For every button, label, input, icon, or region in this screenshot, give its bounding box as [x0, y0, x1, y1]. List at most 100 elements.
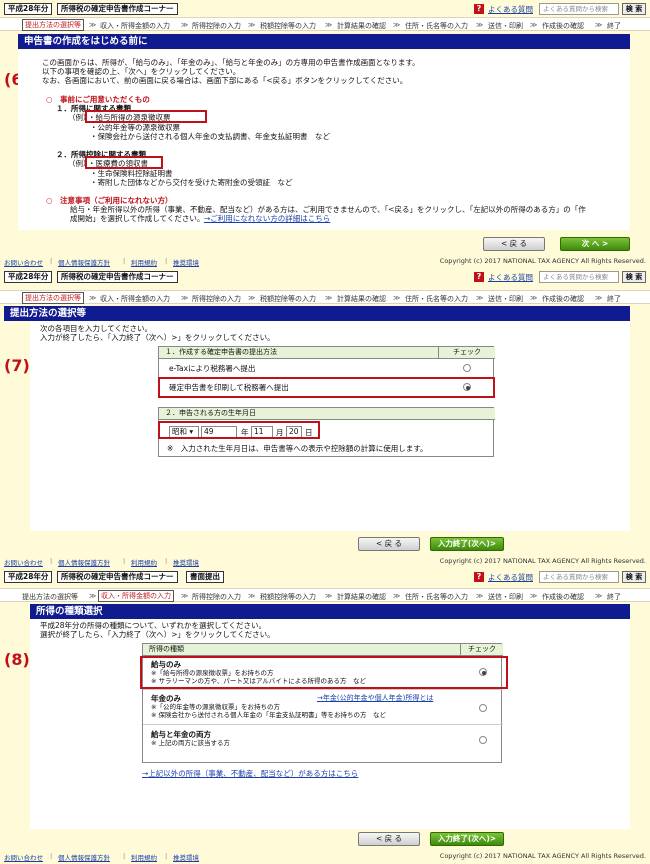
back-button[interactable]: < 戻 る: [358, 537, 420, 551]
radio-salary-and-pension[interactable]: [479, 736, 487, 744]
page-title: 申告書の作成をはじめる前に: [18, 34, 630, 49]
table-header: チェック: [439, 347, 495, 359]
faq-search-input[interactable]: よくある質問から検索: [539, 3, 619, 15]
corner-badge: 所得税の確定申告書作成コーナー: [57, 571, 178, 583]
table-header: １．作成する確定申告書の提出方法: [159, 347, 439, 359]
panel-step-6: 平成28年分 所得税の確定申告書作成コーナー ? よくある質問 よくある質問から…: [0, 0, 650, 268]
top-bar: 平成28年分 所得税の確定申告書作成コーナー 書面提出 ? よくある質問 よくあ…: [0, 568, 650, 585]
step-nav: 提出方法の選択等 ≫ 収入・所得金額の入力 ≫ 所得控除の入力 ≫ 税額控除等の…: [0, 17, 650, 31]
step-item: 計算結果の確認: [337, 295, 386, 303]
print-badge: 書面提出: [186, 571, 224, 583]
footer-link-env[interactable]: 推奨環境: [173, 852, 199, 862]
faq-link[interactable]: よくある質問: [488, 572, 533, 583]
table-header: ２．申告される方の生年月日: [159, 408, 495, 420]
back-button[interactable]: < 戻 る: [358, 832, 420, 846]
other-income-link[interactable]: →上記以外の所得（事業、不動産、配当など）がある方はこちら: [142, 769, 358, 778]
footer-link-privacy[interactable]: 個人情報保護方針: [58, 257, 110, 267]
corner-badge: 所得税の確定申告書作成コーナー: [57, 271, 178, 283]
step-item: 計算結果の確認: [337, 593, 386, 601]
footer-link-terms[interactable]: 利用規約: [131, 257, 157, 267]
footer-link-contact[interactable]: お問い合わせ: [4, 852, 43, 862]
question-icon: ?: [474, 572, 484, 582]
step-item: 終了: [607, 593, 621, 601]
step-item: 送信・印刷: [488, 295, 523, 303]
highlight-box: [85, 156, 163, 169]
footer: お問い合わせ | 個人情報保護方針 | 利用規約 | 推奨環境 Copyrigh…: [4, 257, 646, 267]
main-content: この画面からは、所得が、「給与のみ」、「年金のみ」、「給与と年金のみ」の方専用の…: [18, 50, 630, 230]
pension-income-link[interactable]: →年金(公的年金や個人年金)所得とは: [317, 694, 433, 703]
copyright: Copyright (c) 2017 NATIONAL TAX AGENCY A…: [439, 257, 646, 265]
radio-etax[interactable]: [463, 364, 471, 372]
copyright: Copyright (c) 2017 NATIONAL TAX AGENCY A…: [439, 852, 646, 860]
doc-item: ・寄附した団体などから交付を受けた寄附金の受領証 など: [90, 178, 293, 187]
step-item: 作成後の確認: [542, 22, 584, 30]
top-bar: 平成28年分 所得税の確定申告書作成コーナー ? よくある質問 よくある質問から…: [0, 0, 650, 17]
step-item: 住所・氏名等の入力: [405, 22, 468, 30]
not-eligible-details-link[interactable]: →ご利用になれない方の詳細はこちら: [204, 214, 330, 223]
step-item: 送信・印刷: [488, 593, 523, 601]
step-item: 送信・印刷: [488, 22, 523, 30]
faq-link[interactable]: よくある質問: [488, 272, 533, 283]
intro-text: 次の各項目を入力してください。: [40, 324, 153, 333]
next-button[interactable]: 入力終了(次へ)>: [430, 832, 504, 846]
copyright: Copyright (c) 2017 NATIONAL TAX AGENCY A…: [439, 557, 646, 565]
page-title: 所得の種類選択: [30, 604, 630, 619]
step-item: 収入・所得金額の入力: [100, 295, 170, 303]
main-content: 次の各項目を入力してください。 入力が終了したら、「入力終了（次へ）>」をクリッ…: [30, 321, 630, 531]
faq-search-button[interactable]: 検 索: [622, 271, 646, 283]
radio-pension-only[interactable]: [479, 704, 487, 712]
faq-search-input[interactable]: よくある質問から検索: [539, 571, 619, 583]
footer-link-env[interactable]: 推奨環境: [173, 557, 199, 567]
footer-link-privacy[interactable]: 個人情報保護方針: [58, 557, 110, 567]
question-icon: ?: [474, 272, 484, 282]
next-button[interactable]: 入力終了(次へ)>: [430, 537, 504, 551]
next-button[interactable]: 次 へ >: [560, 237, 630, 251]
intro-text: 以下の事項を確認の上、「次へ」をクリックしてください。: [42, 67, 241, 76]
step-nav: 提出方法の選択等 ≫ 収入・所得金額の入力 ≫ 所得控除の入力 ≫ 税額控除等の…: [0, 588, 650, 602]
step-item: 作成後の確認: [542, 593, 584, 601]
footer-link-terms[interactable]: 利用規約: [131, 557, 157, 567]
top-bar: 平成28年分 所得税の確定申告書作成コーナー ? よくある質問 よくある質問から…: [0, 268, 650, 285]
question-icon: ?: [474, 4, 484, 14]
faq-search-input[interactable]: よくある質問から検索: [539, 271, 619, 283]
step-item: 提出方法の選択等: [22, 292, 84, 304]
main-content: 平成28年分の所得の種類について、いずれかを選択してください。 選択が終了したら…: [30, 619, 630, 829]
income-option-note: ※ 保険会社から送付される個人年金の「年金支払証明書」等をお持ちの方 など: [151, 711, 387, 719]
footer-link-env[interactable]: 推奨環境: [173, 257, 199, 267]
note-text: 給与・年金所得以外の所得（事業、不動産、配当など）がある方は、ご利用できませんの…: [70, 205, 586, 214]
doc-item: ・保険会社から送付される個人年金の支払調書、年金支払証明書 など: [90, 132, 330, 141]
intro-text: この画面からは、所得が、「給与のみ」、「年金のみ」、「給与と年金のみ」の方専用の…: [42, 58, 420, 67]
footer-link-contact[interactable]: お問い合わせ: [4, 257, 43, 267]
dob-note: ※ 入力された生年月日は、申告書等への表示や控除額の計算に使用します。: [167, 444, 428, 453]
step-item: 作成後の確認: [542, 295, 584, 303]
highlight-box: [140, 656, 508, 689]
note-heading: ○ 注意事項（ご利用になれない方）: [46, 196, 173, 205]
year-badge: 平成28年分: [4, 571, 53, 583]
faq-link[interactable]: よくある質問: [488, 4, 533, 15]
step-item: 提出方法の選択等: [22, 593, 78, 601]
income-option-note: ※ 上記の両方に該当する方: [151, 739, 231, 747]
option-label: e-Taxにより税務署へ提出: [169, 364, 256, 373]
intro-text: なお、各画面において、前の画面に戻る場合は、画面下部にある「<戻る」ボタンをクリ…: [42, 76, 408, 85]
faq-search-button[interactable]: 検 索: [622, 571, 646, 583]
faq-search-button[interactable]: 検 索: [622, 3, 646, 15]
intro-text: 選択が終了したら、「入力終了（次へ）>」をクリックしてください。: [40, 630, 275, 639]
footer-link-terms[interactable]: 利用規約: [131, 852, 157, 862]
footer-link-contact[interactable]: お問い合わせ: [4, 557, 43, 567]
page-title: 提出方法の選択等: [4, 306, 630, 321]
step-item: 税額控除等の入力: [260, 22, 316, 30]
step-item: 税額控除等の入力: [260, 593, 316, 601]
income-option-title: 年金のみ: [151, 694, 181, 703]
highlight-box: [85, 110, 207, 123]
doc-item: ・生命保険料控除証明書: [90, 169, 173, 178]
table-header: チェック: [461, 644, 503, 656]
step-nav: 提出方法の選択等 ≫ 収入・所得金額の入力 ≫ 所得控除の入力 ≫ 税額控除等の…: [0, 290, 650, 304]
panel-step-8: 平成28年分 所得税の確定申告書作成コーナー 書面提出 ? よくある質問 よくあ…: [0, 568, 650, 864]
step-item: 所得控除の入力: [192, 593, 241, 601]
back-button[interactable]: < 戻 る: [483, 237, 545, 251]
year-badge: 平成28年分: [4, 271, 53, 283]
step-item: 提出方法の選択等: [22, 19, 84, 31]
step-item: 収入・所得金額の入力: [100, 22, 170, 30]
footer-link-privacy[interactable]: 個人情報保護方針: [58, 852, 110, 862]
doc-item: ・公的年金等の源泉徴収票: [90, 123, 180, 132]
